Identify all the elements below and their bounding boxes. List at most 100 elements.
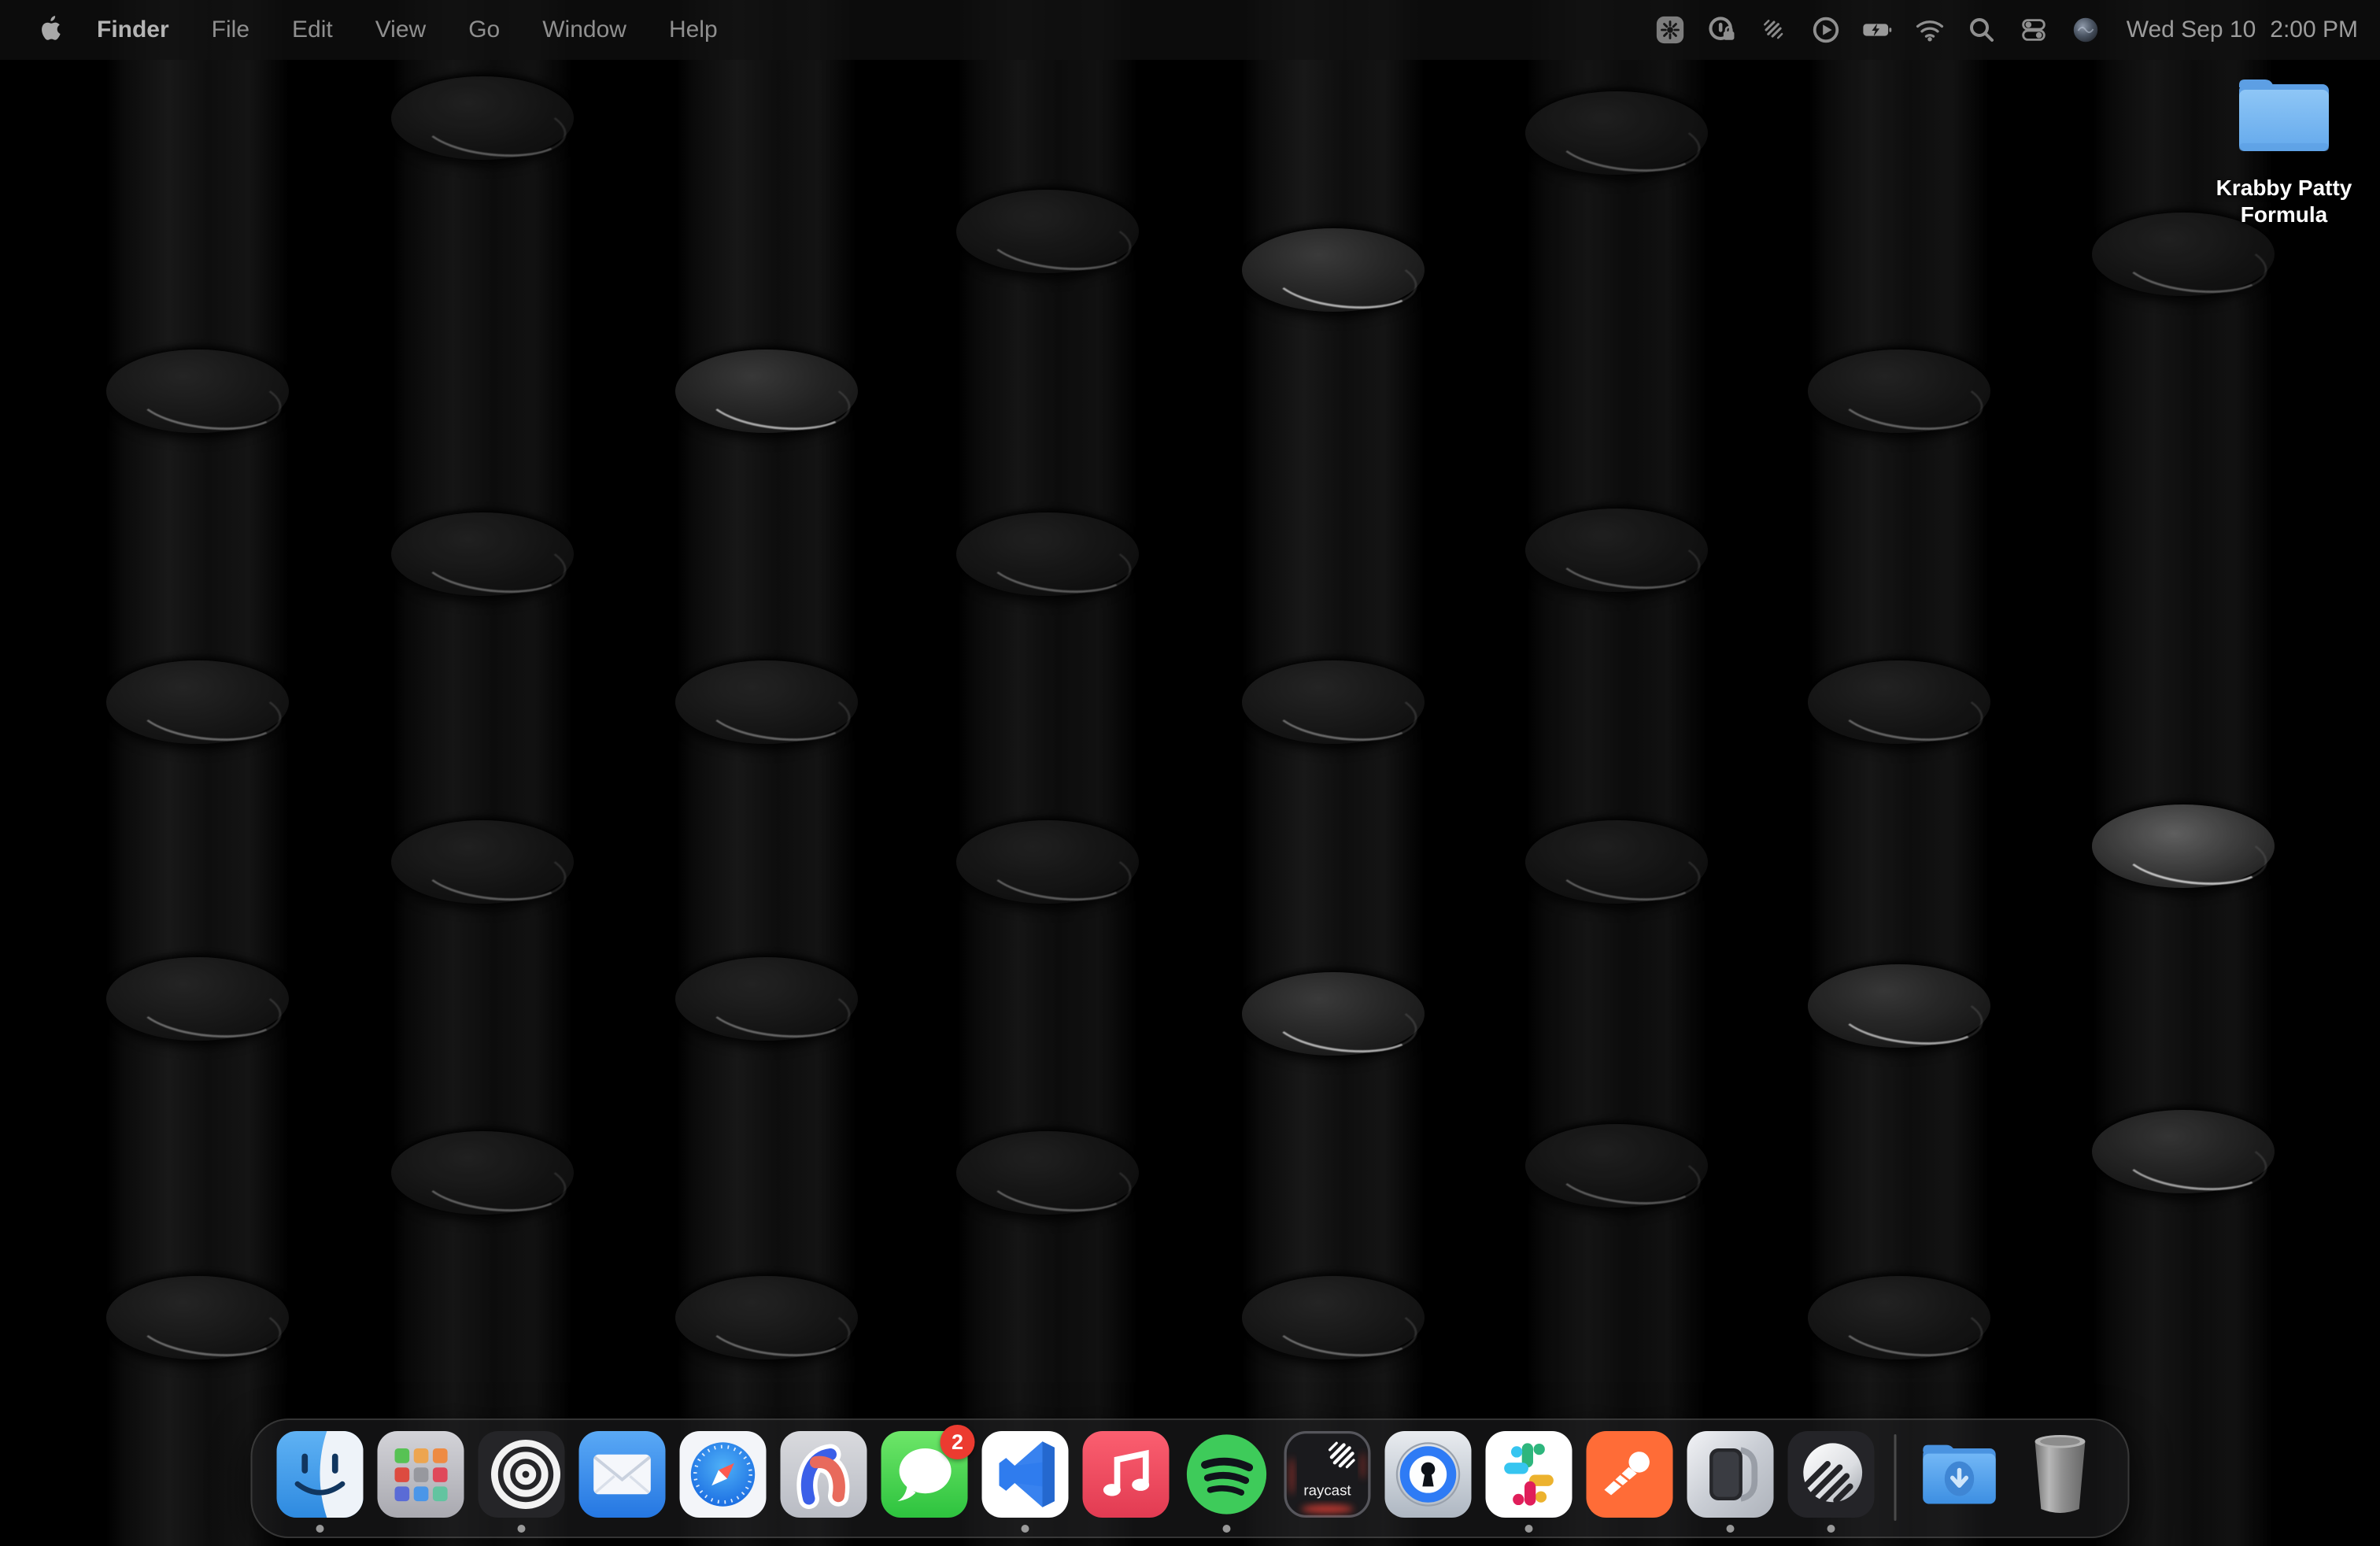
dock-item-launchpad[interactable] <box>371 1431 471 1533</box>
dock-item-finder[interactable] <box>270 1431 371 1533</box>
menu-bar-clock[interactable]: Wed Sep 10 2:00 PM <box>2127 17 2358 43</box>
clock-time: 2:00 PM <box>2270 17 2358 43</box>
cylinder-cap <box>1525 91 1708 175</box>
dock-item-downloads[interactable] <box>1909 1431 2010 1533</box>
cylinder-cap <box>675 957 858 1041</box>
dock-item-vscode[interactable] <box>975 1431 1076 1533</box>
clock-date: Wed Sep 10 <box>2127 17 2256 43</box>
battery-charging-icon[interactable] <box>1862 14 1894 46</box>
raycast-menu-icon[interactable] <box>1758 14 1790 46</box>
cylinder-cap <box>956 512 1139 596</box>
running-indicator <box>1223 1525 1231 1533</box>
menu-help[interactable]: Help <box>648 17 739 43</box>
running-indicator <box>1425 1525 1432 1533</box>
dock-item-postman[interactable] <box>1580 1431 1680 1533</box>
dock-item-trash[interactable] <box>2010 1431 2111 1533</box>
control-center-icon[interactable] <box>2018 14 2049 46</box>
cylinder-cap <box>391 820 574 904</box>
dock-separator <box>1894 1434 1897 1521</box>
wifi-icon[interactable] <box>1914 14 1946 46</box>
trash-icon <box>2017 1431 2104 1518</box>
1password-locked-icon[interactable] <box>1706 14 1738 46</box>
dock-item-spotify[interactable] <box>1177 1431 1277 1533</box>
menu-view[interactable]: View <box>354 17 447 43</box>
dock-item-messages[interactable]: 2 <box>874 1431 975 1533</box>
dock-apps: 2 raycast <box>270 1431 1882 1533</box>
cylinder-cap <box>391 512 574 596</box>
raycast-icon: raycast <box>1284 1431 1371 1518</box>
running-indicator <box>1122 1525 1130 1533</box>
cylinder-cap <box>1808 660 1990 744</box>
siri-icon[interactable] <box>2070 14 2101 46</box>
svg-text:raycast: raycast <box>1303 1481 1351 1498</box>
dock-item-mail[interactable] <box>572 1431 673 1533</box>
cylinder-cap <box>106 350 289 433</box>
cylinder-cap <box>391 1131 574 1215</box>
sunburst-utility-icon[interactable] <box>1654 14 1686 46</box>
dock-item-orbstack[interactable] <box>471 1431 572 1533</box>
desktop-folder-krabby-patty-formula[interactable]: Krabby Patty Formula <box>2202 72 2366 228</box>
mail-icon <box>579 1431 666 1518</box>
running-indicator <box>1956 1525 1964 1533</box>
postman-icon <box>1587 1431 1673 1518</box>
running-indicator <box>518 1525 526 1533</box>
cylinder-cap <box>106 660 289 744</box>
dock-item-arc[interactable] <box>774 1431 874 1533</box>
menu-edit[interactable]: Edit <box>271 17 354 43</box>
wallpaper-cylinder-column <box>1808 0 1990 1546</box>
arc-icon <box>781 1431 867 1518</box>
orbstack-icon <box>479 1431 565 1518</box>
running-indicator <box>719 1525 727 1533</box>
wallpaper-cylinder-column <box>1242 0 1425 1546</box>
dock-item-slack[interactable] <box>1479 1431 1580 1533</box>
dock-item-music[interactable] <box>1076 1431 1177 1533</box>
macos-desktop: FinderFileEditViewGoWindowHelp <box>0 0 2380 1546</box>
running-indicator <box>619 1525 626 1533</box>
desktop-folder-label: Krabby Patty Formula <box>2205 175 2363 228</box>
menu-bar-status: Wed Sep 10 2:00 PM <box>1654 14 2380 46</box>
running-indicator <box>1626 1525 1634 1533</box>
cylinder-cap <box>956 820 1139 904</box>
cylinder-cap <box>956 1131 1139 1215</box>
menu-window[interactable]: Window <box>521 17 648 43</box>
dock-item-safari[interactable] <box>673 1431 774 1533</box>
cylinder-cap <box>1525 509 1708 592</box>
safari-icon <box>680 1431 767 1518</box>
folder-icon <box>2234 72 2334 154</box>
cylinder-cap <box>1242 1276 1425 1359</box>
spotlight-search-icon[interactable] <box>1966 14 1998 46</box>
dock-item-linear[interactable] <box>1781 1431 1882 1533</box>
dock-item-raycast[interactable]: raycast <box>1277 1431 1378 1533</box>
wallpaper-cylinder-column <box>106 0 289 1546</box>
dock-item-iphone-mirroring[interactable] <box>1680 1431 1781 1533</box>
onepassword-icon <box>1385 1431 1472 1518</box>
cylinder-cap <box>675 660 858 744</box>
finder-icon <box>277 1431 364 1518</box>
apple-logo-icon <box>37 14 64 46</box>
menu-go[interactable]: Go <box>447 17 521 43</box>
menu-bar-left: FinderFileEditViewGoWindowHelp <box>0 14 739 46</box>
vscode-icon <box>982 1431 1069 1518</box>
downloads-icon <box>1916 1431 2003 1518</box>
wallpaper-cylinder-column <box>2092 0 2275 1546</box>
cylinder-cap <box>2092 804 2275 888</box>
music-icon <box>1083 1431 1170 1518</box>
now-playing-icon[interactable] <box>1810 14 1842 46</box>
cylinder-cap <box>1242 228 1425 312</box>
dock-item-onepassword[interactable] <box>1378 1431 1479 1533</box>
running-indicator <box>1828 1525 1835 1533</box>
notification-badge: 2 <box>941 1425 975 1459</box>
apple-menu[interactable] <box>25 14 76 46</box>
menu-file[interactable]: File <box>190 17 271 43</box>
menu-bar: FinderFileEditViewGoWindowHelp <box>0 0 2380 60</box>
cylinder-cap <box>2092 1110 2275 1193</box>
wallpaper-cylinder-column <box>956 0 1139 1546</box>
cylinder-cap <box>675 1276 858 1359</box>
menu-finder[interactable]: Finder <box>76 17 190 43</box>
spotify-icon <box>1184 1431 1270 1518</box>
dock: 2 raycast <box>251 1418 2130 1538</box>
wallpaper-cylinder-column <box>675 0 858 1546</box>
cylinder-cap <box>1808 1276 1990 1359</box>
slack-icon <box>1486 1431 1572 1518</box>
cylinder-cap <box>391 76 574 160</box>
